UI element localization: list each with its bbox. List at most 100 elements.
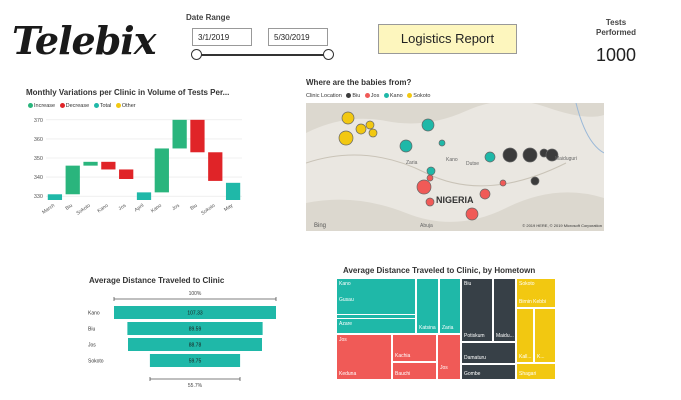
report-title: Logistics Report	[378, 24, 517, 54]
map-bubble-jos[interactable]	[499, 179, 507, 187]
telebix-logo: Telebix	[12, 18, 156, 63]
map-legend-sokoto-swatch	[407, 93, 413, 99]
treemap-cell-gombe[interactable]: Gombe	[461, 364, 516, 380]
waterfall-x-tick: Kano	[96, 203, 109, 215]
map-legend-sokoto: Sokoto	[413, 93, 431, 99]
treemap-cell-k[interactable]: K...	[534, 308, 556, 363]
map-place-kano: Kano	[446, 157, 458, 163]
treemap-cell-jos[interactable]: Jos Keduna	[336, 334, 392, 380]
map-legend-label: Clinic Location	[306, 93, 342, 99]
waterfall-x-tick: Jos	[171, 202, 181, 212]
treemap-cell-azare[interactable]: Azare	[336, 318, 416, 334]
map-bubble-jos[interactable]	[416, 179, 432, 195]
treemap-label: Keduna	[339, 371, 357, 377]
treemap-label: Potiskum	[464, 333, 485, 339]
treemap-cell-shagari[interactable]: Shagari	[516, 363, 556, 380]
treemap-chart: Kano Gusau Azare Katsina Zaria Jos Keduna…	[336, 278, 556, 380]
treemap-cell-jos-small[interactable]: Jos	[437, 334, 461, 380]
map-place-maiduguri: Maiduguri	[555, 156, 577, 162]
map-bubble-kano[interactable]	[438, 139, 446, 147]
date-slider-end-handle[interactable]	[323, 49, 334, 60]
treemap-cell-sokoto[interactable]: Sokoto Birnin Kebbi	[516, 278, 556, 308]
waterfall-chart-title: Monthly Variations per Clinic in Volume …	[26, 88, 230, 97]
map-bubble-sokoto[interactable]	[355, 123, 367, 135]
legend-increase-swatch	[28, 103, 33, 109]
treemap-label: Jos	[440, 365, 448, 371]
treemap-cell-kachia[interactable]: Kachia	[392, 334, 437, 362]
bing-logo: Bing	[314, 223, 326, 229]
funnel-category-label: Jos	[88, 343, 96, 349]
map-legend-kano-swatch	[383, 93, 389, 99]
waterfall-bar-decrease	[119, 169, 134, 179]
map-attribution: © 2019 HERE, © 2019 Microsoft Corporatio…	[522, 223, 602, 228]
waterfall-bar-total	[136, 192, 152, 200]
treemap-label: K...	[537, 354, 545, 360]
map-bubble-sokoto[interactable]	[368, 128, 378, 138]
date-slider-start-handle[interactable]	[191, 49, 202, 60]
map-bubble-jos[interactable]	[426, 174, 434, 182]
map-bubble-sokoto[interactable]	[341, 111, 355, 125]
map-area[interactable]: Kano Dutse Maiduguri Abuja Zaria NIGERIA…	[306, 103, 604, 231]
legend-other-swatch	[115, 103, 121, 109]
treemap-label: Katsina	[419, 325, 436, 331]
treemap-label: Maidu...	[496, 333, 514, 339]
waterfall-bar-decrease	[190, 119, 205, 153]
map-legend-jos-swatch	[364, 93, 370, 99]
map-legend: Clinic Location Biu Jos Kano Sokoto	[306, 93, 430, 99]
map-place-zaria: Zaria	[406, 160, 418, 166]
treemap-cell-biu[interactable]: Biu Potiskum	[461, 278, 493, 342]
treemap-label: Zaria	[442, 325, 454, 331]
waterfall-y-tick: 370	[34, 118, 43, 124]
legend-other: Other	[121, 103, 136, 109]
map-bubble-kano[interactable]	[426, 166, 436, 176]
map-place-abuja: Abuja	[420, 223, 433, 229]
map-bubble-kano[interactable]	[399, 139, 413, 153]
waterfall-bar-increase	[154, 148, 169, 193]
funnel-bar-value: 88.78	[189, 343, 202, 349]
treemap-label: Kachia	[395, 353, 411, 359]
funnel-title: Average Distance Traveled to Clinic	[89, 276, 225, 285]
waterfall-bar-total	[47, 194, 63, 200]
treemap-label: Azare	[339, 321, 353, 327]
map-bubble-biu[interactable]	[502, 147, 518, 163]
map-bubble-jos[interactable]	[425, 197, 435, 207]
map-bubble-biu[interactable]	[522, 147, 538, 163]
treemap-label: Damaturu	[464, 355, 486, 361]
tests-performed-label: Tests Performed	[595, 18, 636, 37]
waterfall-bar-increase	[65, 165, 80, 195]
waterfall-chart: 370360350340330March Biu Sokoto Kano Jos Apri…	[34, 118, 242, 217]
treemap-cell-katsina[interactable]: Katsina	[416, 278, 439, 334]
treemap-cell-maiduguri[interactable]: Maidu...	[493, 278, 516, 342]
legend-increase: Increase	[34, 103, 56, 109]
map-title: Where are the babies from?	[306, 78, 412, 87]
map-bubble-biu[interactable]	[530, 176, 540, 186]
treemap-title: Average Distance Traveled to Clinic, by …	[343, 266, 536, 275]
treemap-label: Jos	[339, 337, 347, 343]
map-bubble-sokoto[interactable]	[365, 120, 375, 130]
map-bubble-jos[interactable]	[465, 207, 479, 221]
treemap-cell-gusau[interactable]: Gusau	[336, 295, 416, 315]
treemap-cell-zaria[interactable]: Zaria	[439, 278, 461, 334]
waterfall-x-tick: Jos	[118, 202, 128, 212]
map-bubble-kano[interactable]	[484, 151, 496, 163]
funnel-chart: 100% 55.7% 107.33 Kano 89.59 Biu 88.78 Jos 59.…	[88, 291, 277, 389]
legend-decrease-swatch	[59, 103, 65, 109]
treemap-cell-bauchi[interactable]: Bauchi	[392, 362, 437, 380]
funnel-category-label: Sokoto	[88, 359, 104, 365]
treemap-cell-damaturu[interactable]: Damaturu	[461, 342, 516, 364]
map-bubble-kano[interactable]	[421, 118, 435, 132]
start-date-input[interactable]: 3/1/2019	[192, 28, 252, 46]
end-date-input[interactable]: 5/30/2019	[268, 28, 328, 46]
map-bubble-sokoto[interactable]	[338, 130, 354, 146]
funnel-top-percent: 100%	[189, 291, 202, 297]
treemap-cell-kall[interactable]: Kall...	[516, 308, 534, 363]
waterfall-x-tick: Sokoto	[75, 203, 91, 217]
map-bubble-jos[interactable]	[479, 188, 491, 200]
funnel-category-label: Biu	[88, 327, 95, 333]
waterfall-bar-decrease	[208, 152, 223, 181]
legend-total: Total	[99, 103, 112, 109]
map-country-label: NIGERIA	[436, 195, 474, 205]
date-slider-track[interactable]	[196, 54, 328, 56]
funnel-bottom-percent: 55.7%	[188, 383, 203, 389]
date-range-label: Date Range	[186, 13, 231, 22]
